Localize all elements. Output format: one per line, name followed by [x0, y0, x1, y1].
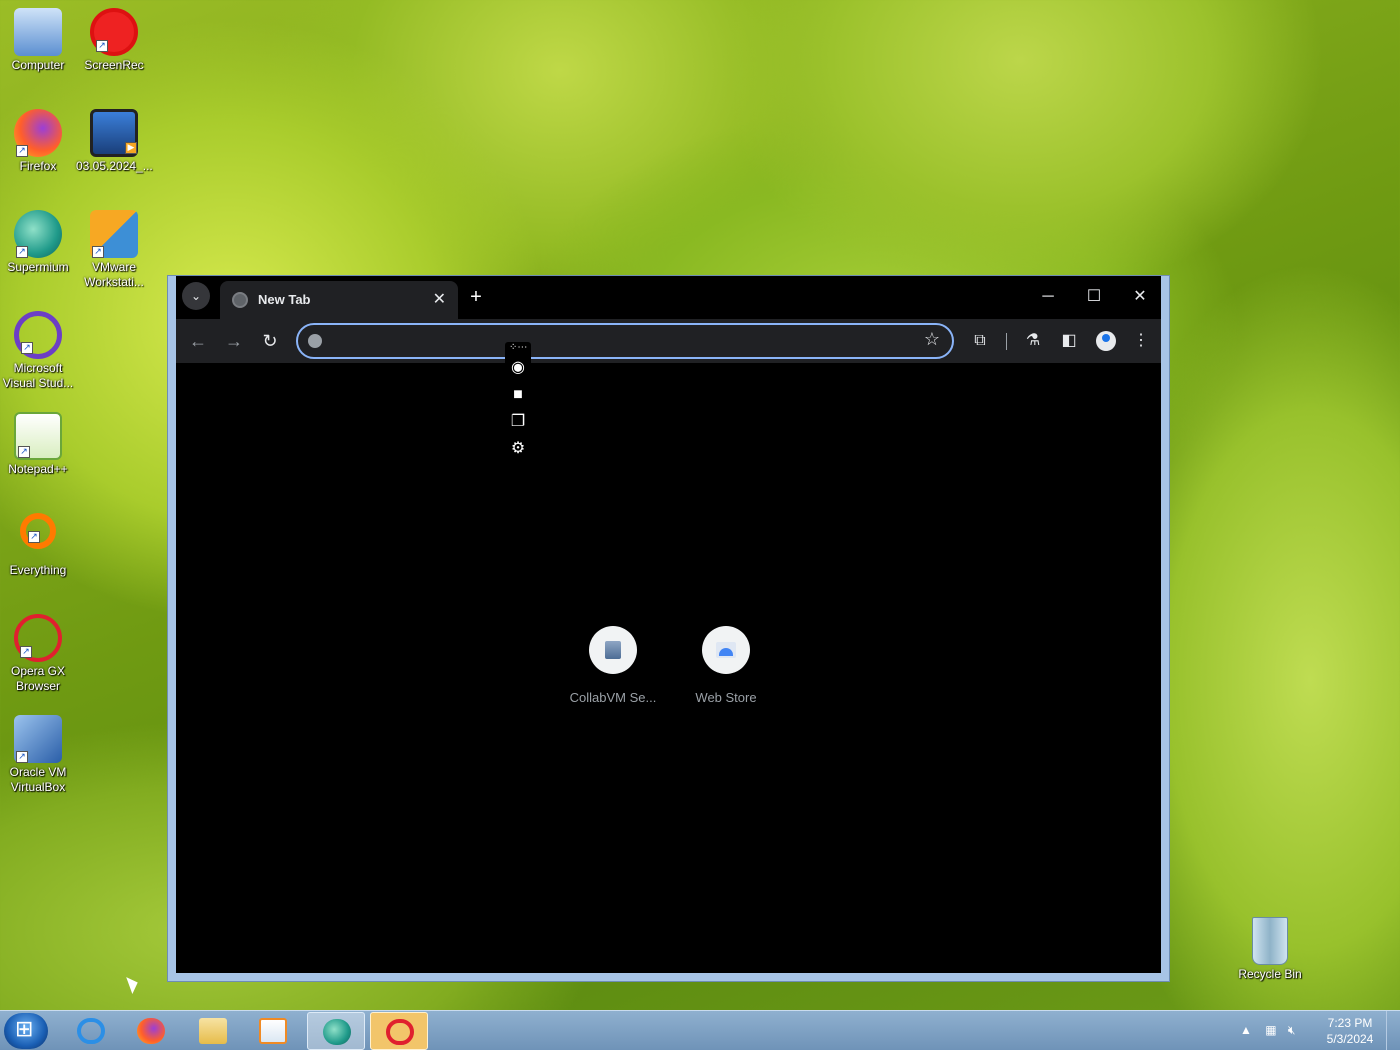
site-info-icon[interactable] — [308, 334, 322, 348]
tab-new-tab[interactable]: New Tab ✕ — [220, 281, 458, 319]
opera-gx-icon — [386, 1019, 414, 1045]
minimize-button[interactable]: ─ — [1030, 284, 1066, 310]
toolbar-divider — [1006, 333, 1007, 350]
drag-handle-icon[interactable]: ⁘⋯ — [509, 342, 527, 353]
camera-icon[interactable]: ◉ — [508, 358, 528, 378]
desktop-icon-recycle-bin[interactable]: Recycle Bin — [1232, 917, 1308, 982]
back-button[interactable]: ← — [184, 327, 212, 355]
shortcut-label: CollabVM Se... — [569, 690, 657, 705]
internet-explorer-icon — [77, 1018, 105, 1044]
desktop-icon-video-file[interactable]: ▶ 03.05.2024_... — [76, 109, 153, 174]
desktop-icon-everything[interactable]: ↗ Everything — [0, 513, 76, 578]
computer-icon — [14, 8, 62, 56]
clock-time: 7:23 PM — [1327, 1016, 1373, 1030]
network-icon[interactable]: ▦ — [1265, 1023, 1276, 1037]
desktop-icon-label: Opera GX Browser — [10, 664, 66, 693]
taskbar-opera-gx[interactable] — [370, 1012, 428, 1050]
screenrec-icon: ↗ — [90, 8, 138, 56]
firefox-icon: ↗ — [14, 109, 62, 157]
desktop-icon-label: Microsoft Visual Stud... — [2, 361, 74, 390]
side-panel-icon[interactable]: ◧ — [1055, 327, 1083, 355]
desktop-icon-notepad-plus-plus[interactable]: ↗ Notepad++ — [0, 412, 76, 477]
vmware-icon: ↗ — [90, 210, 138, 258]
taskbar-firefox[interactable] — [122, 1012, 180, 1050]
new-tab-page: CollabVM Se... Web Store — [176, 363, 1161, 973]
tab-title: New Tab — [258, 292, 311, 307]
taskbar-file-explorer[interactable] — [184, 1012, 242, 1050]
supermium-icon: ↗ — [14, 210, 62, 258]
gear-icon[interactable]: ⚙ — [508, 439, 528, 459]
profile-avatar-icon[interactable] — [1096, 331, 1116, 351]
desktop-icon-label: 03.05.2024_... — [76, 159, 153, 173]
video-file-icon: ▶ — [90, 109, 138, 157]
menu-kebab-icon[interactable]: ⋮ — [1127, 327, 1155, 355]
shortcut-collabvm[interactable]: CollabVM Se... — [563, 626, 663, 705]
media-player-icon — [259, 1018, 287, 1044]
start-button[interactable] — [4, 1013, 48, 1049]
browser-toolbar: ← → ↻ ☆ ⧉ ⚗ ◧ ⋮ — [176, 319, 1161, 363]
globe-icon — [232, 292, 248, 308]
desktop-icon-opera-gx[interactable]: ↗ Opera GX Browser — [0, 614, 76, 694]
desktop-icon-label: Firefox — [19, 159, 57, 173]
virtualbox-icon: ↗ — [14, 715, 62, 763]
browser-window: ⌄ New Tab ✕ + ─ ☐ ✕ ← → ↻ ☆ ⧉ ⚗ ◧ ⋮ Coll… — [167, 275, 1170, 982]
labs-flask-icon[interactable]: ⚗ — [1019, 327, 1047, 355]
close-tab-icon[interactable]: ✕ — [433, 289, 446, 309]
system-tray: ▲ ▦ 🔇︎ — [1240, 1023, 1295, 1038]
recycle-bin-icon — [1252, 917, 1288, 965]
desktop-icon-label: Everything — [9, 563, 67, 577]
desktop-icon-screenrec[interactable]: ↗ ScreenRec — [76, 8, 152, 73]
screen-capture-toolbar: ⁘⋯ ◉ ■ ❐ ⚙ — [505, 342, 531, 466]
show-desktop-button[interactable] — [1386, 1011, 1400, 1050]
everything-icon: ↗ — [20, 513, 56, 549]
bookmark-star-icon[interactable]: ☆ — [924, 329, 940, 350]
shortcut-web-store[interactable]: Web Store — [676, 626, 776, 705]
file-explorer-icon — [199, 1018, 227, 1044]
new-tab-button[interactable]: + — [462, 284, 490, 312]
web-store-icon — [702, 626, 750, 674]
clock-date: 5/3/2024 — [1326, 1032, 1374, 1046]
mouse-cursor-icon — [126, 974, 141, 994]
desktop-icon-computer[interactable]: Computer — [0, 8, 76, 73]
desktop-icon-vmware[interactable]: ↗ VMware Workstati... — [76, 210, 152, 290]
visual-studio-icon: ↗ — [14, 311, 62, 359]
taskbar-internet-explorer[interactable] — [62, 1012, 120, 1050]
opera-gx-icon: ↗ — [14, 614, 62, 662]
maximize-button[interactable]: ☐ — [1076, 284, 1112, 310]
taskbar-media-player[interactable] — [244, 1012, 302, 1050]
desktop-icon-label: Recycle Bin — [1238, 967, 1302, 981]
desktop-icon-label: VMware Workstati... — [84, 260, 144, 289]
reload-button[interactable]: ↻ — [256, 327, 284, 355]
desktop-icon-virtualbox[interactable]: ↗ Oracle VM VirtualBox — [0, 715, 76, 795]
title-bar: ⌄ New Tab ✕ + ─ ☐ ✕ — [176, 276, 1161, 319]
desktop-icon-label: Computer — [11, 58, 65, 72]
clock[interactable]: 7:23 PM 5/3/2024 — [1310, 1015, 1390, 1047]
show-hidden-icons-icon[interactable]: ▲ — [1240, 1023, 1252, 1037]
video-camera-icon[interactable]: ■ — [508, 385, 528, 405]
window-capture-icon[interactable]: ❐ — [508, 412, 528, 432]
desktop-icon-label: Supermium — [7, 260, 69, 274]
desktop-icon-label: Notepad++ — [8, 462, 68, 476]
extensions-icon[interactable]: ⧉ — [966, 327, 994, 355]
firefox-icon — [137, 1018, 165, 1044]
supermium-icon — [323, 1019, 351, 1045]
collabvm-icon — [589, 626, 637, 674]
desktop-icon-supermium[interactable]: ↗ Supermium — [0, 210, 76, 275]
desktop-icon-visual-studio[interactable]: ↗ Microsoft Visual Stud... — [0, 311, 76, 391]
taskbar-supermium[interactable] — [307, 1012, 365, 1050]
tab-search-button[interactable]: ⌄ — [182, 282, 210, 310]
desktop-icon-label: Oracle VM VirtualBox — [9, 765, 67, 794]
address-bar[interactable]: ☆ — [296, 323, 954, 359]
close-window-button[interactable]: ✕ — [1122, 284, 1158, 310]
volume-muted-icon[interactable]: 🔇︎ — [1288, 1023, 1296, 1037]
taskbar: ▲ ▦ 🔇︎ 7:23 PM 5/3/2024 — [0, 1010, 1400, 1050]
forward-button[interactable]: → — [220, 327, 248, 355]
desktop-icon-firefox[interactable]: ↗ Firefox — [0, 109, 76, 174]
desktop-icon-label: ScreenRec — [84, 58, 144, 72]
notepad-plus-plus-icon: ↗ — [14, 412, 62, 460]
shortcut-label: Web Store — [695, 690, 757, 705]
